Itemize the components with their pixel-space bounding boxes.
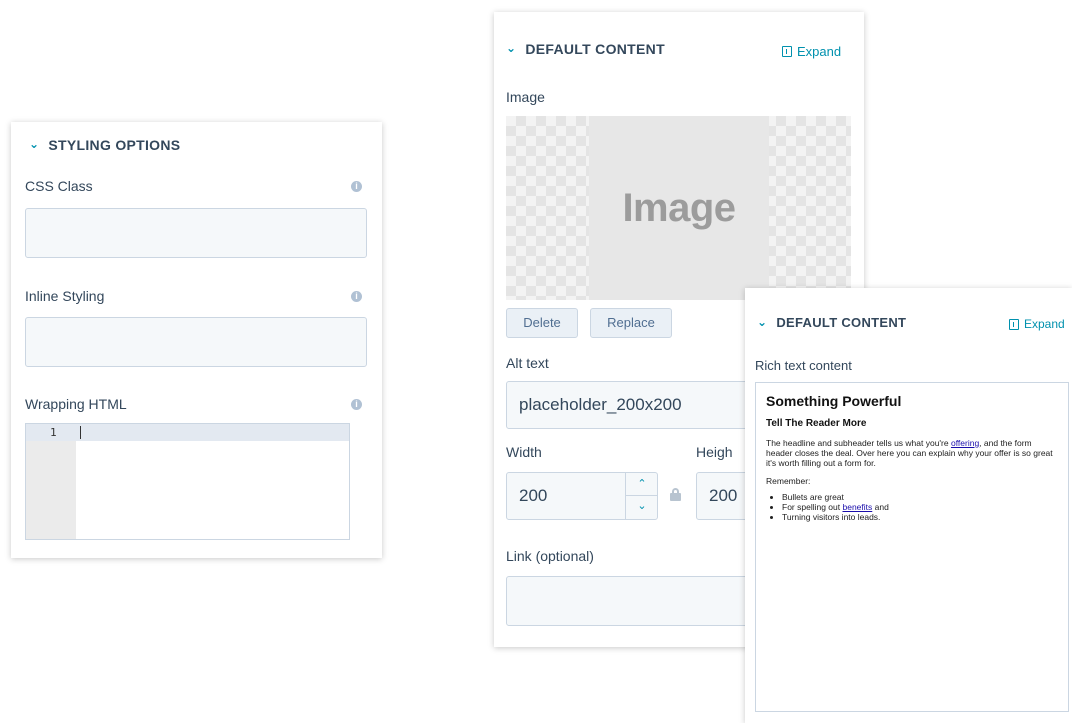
width-stepper[interactable]: ⌃ ⌄ — [625, 473, 658, 519]
default-content-toggle[interactable]: ⌄ DEFAULT CONTENT — [506, 41, 665, 57]
rich-paragraph: The headline and subheader tells us what… — [766, 438, 1053, 468]
link-label: Link (optional) — [506, 548, 594, 564]
section-title: DEFAULT CONTENT — [525, 41, 665, 57]
wrapping-html-label: Wrapping HTML — [25, 396, 127, 412]
list-item: For spelling out benefits and — [782, 502, 1058, 512]
styling-options-panel: ⌄ STYLING OPTIONS CSS Class i Inline Sty… — [11, 122, 382, 558]
info-icon[interactable]: i — [351, 181, 362, 192]
chevron-down-icon: ⌄ — [757, 314, 768, 329]
list-item: Bullets are great — [782, 492, 1058, 502]
benefits-link[interactable]: benefits — [842, 502, 872, 512]
replace-button[interactable]: Replace — [590, 308, 672, 338]
expand-label: Expand — [1024, 317, 1065, 331]
expand-button[interactable]: Expand — [782, 44, 841, 59]
image-label: Image — [506, 89, 545, 105]
expand-icon — [1009, 318, 1019, 330]
css-class-label: CSS Class — [25, 178, 93, 194]
width-label: Width — [506, 444, 542, 460]
delete-button[interactable]: Delete — [506, 308, 578, 338]
width-value: 200 — [519, 486, 548, 505]
wrapping-html-code-editor[interactable]: 1 — [25, 423, 350, 540]
section-title: DEFAULT CONTENT — [776, 315, 907, 330]
rich-bullet-list: Bullets are great For spelling out benef… — [766, 492, 1058, 522]
inline-styling-label: Inline Styling — [25, 288, 105, 304]
height-value: 200 — [709, 486, 738, 505]
expand-button[interactable]: Expand — [1009, 317, 1065, 331]
richtext-default-content-panel: ⌄ DEFAULT CONTENT Expand Rich text conte… — [745, 288, 1072, 723]
expand-label: Expand — [797, 44, 842, 59]
rich-remember: Remember: — [766, 476, 811, 486]
offering-link[interactable]: offering — [951, 438, 979, 448]
text-cursor — [80, 426, 81, 439]
chevron-down-icon: ⌄ — [29, 137, 40, 151]
info-icon[interactable]: i — [351, 399, 362, 410]
chevron-down-icon: ⌄ — [506, 41, 517, 55]
code-gutter — [26, 424, 76, 539]
css-class-input[interactable] — [25, 208, 367, 258]
alt-text-value: placeholder_200x200 — [519, 395, 682, 414]
section-title: STYLING OPTIONS — [48, 137, 181, 153]
expand-icon — [782, 46, 792, 57]
alt-text-label: Alt text — [506, 355, 549, 371]
default-content-toggle[interactable]: ⌄ DEFAULT CONTENT — [757, 314, 907, 331]
rich-heading: Something Powerful — [766, 393, 902, 409]
rich-text-label: Rich text content — [755, 358, 852, 373]
image-placeholder[interactable]: Image — [589, 116, 769, 300]
rich-text-editor[interactable]: Something Powerful Tell The Reader More … — [755, 382, 1069, 712]
stepper-up-icon[interactable]: ⌃ — [626, 473, 658, 496]
styling-options-toggle[interactable]: ⌄ STYLING OPTIONS — [29, 137, 180, 153]
info-icon[interactable]: i — [351, 291, 362, 302]
stepper-down-icon[interactable]: ⌄ — [626, 496, 658, 519]
aspect-lock-icon[interactable] — [670, 488, 681, 501]
code-active-line — [26, 424, 349, 441]
list-item: Turning visitors into leads. — [782, 512, 1058, 522]
image-placeholder-text: Image — [622, 185, 736, 230]
inline-styling-input[interactable] — [25, 317, 367, 367]
height-label: Heigh — [696, 444, 733, 460]
rich-subheading: Tell The Reader More — [766, 418, 867, 429]
code-line-number: 1 — [50, 426, 57, 439]
